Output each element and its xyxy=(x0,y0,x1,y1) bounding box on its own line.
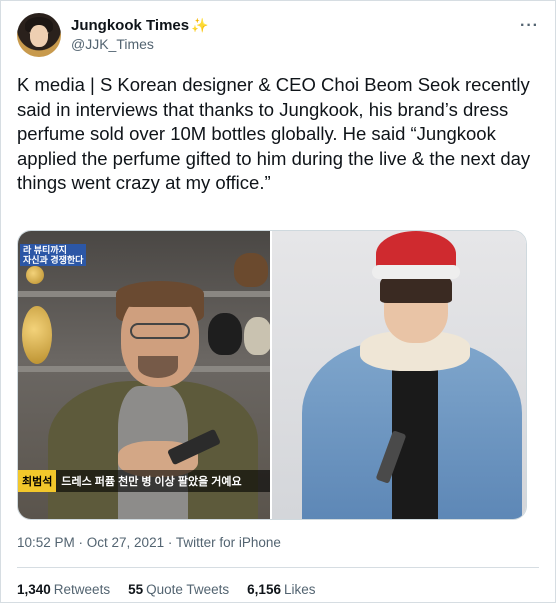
media-grid: 라 뷰티까지 자신과 경쟁한다 최범석 드레스 퍼퓸 천만 병 이상 팔았을 거… xyxy=(17,230,527,520)
tweet-header: Jungkook Times ✨ @JJK_Times ··· xyxy=(17,13,539,59)
tweet-stats: 1,340 Retweets 55 Quote Tweets 6,156 Likes xyxy=(17,581,333,599)
santa-hat-band xyxy=(372,265,461,279)
gold-statue xyxy=(22,306,52,364)
caption-speaker: 최범석 xyxy=(18,470,57,492)
likes-count: 6,156 xyxy=(247,582,281,597)
retweets-count: 1,340 xyxy=(17,582,51,597)
photo-right[interactable] xyxy=(272,231,526,519)
caption-subtitle: 드레스 퍼퓸 천만 병 이상 팔았을 거예요 xyxy=(56,470,271,492)
skull-decor xyxy=(234,253,268,287)
caption-bottom: 최범석 드레스 퍼퓸 천만 병 이상 팔았을 거예요 xyxy=(18,470,271,492)
divider xyxy=(17,567,539,568)
quotes-stat[interactable]: 55 Quote Tweets xyxy=(128,581,229,599)
skull-decor xyxy=(208,313,242,355)
man-hair-top xyxy=(116,281,204,307)
tweet-card: Jungkook Times ✨ @JJK_Times ··· K media |… xyxy=(0,0,556,603)
photo-left[interactable]: 라 뷰티까지 자신과 경쟁한다 최범석 드레스 퍼퓸 천만 병 이상 팔았을 거… xyxy=(18,231,271,519)
tweet-text: K media | S Korean designer & CEO Choi B… xyxy=(17,74,531,193)
likes-stat[interactable]: 6,156 Likes xyxy=(247,581,315,599)
man-glasses xyxy=(130,323,190,339)
quotes-label: Quote Tweets xyxy=(146,582,230,597)
skull-decor xyxy=(244,317,271,355)
quotes-count: 55 xyxy=(128,582,144,597)
tweet-timestamp[interactable]: 10:52 PM · Oct 27, 2021 · Twitter for iP… xyxy=(17,534,281,552)
handle[interactable]: @JJK_Times xyxy=(71,35,209,53)
avatar-face xyxy=(30,25,48,47)
avatar[interactable] xyxy=(17,13,61,57)
caption-top: 라 뷰티까지 자신과 경쟁한다 xyxy=(20,244,87,266)
retweets-stat[interactable]: 1,340 Retweets xyxy=(17,581,110,599)
man-beard xyxy=(138,356,178,378)
gold-statue xyxy=(26,266,44,284)
author-names: Jungkook Times ✨ @JJK_Times xyxy=(71,16,209,53)
retweets-label: Retweets xyxy=(53,582,111,597)
display-name[interactable]: Jungkook Times xyxy=(71,16,189,35)
likes-label: Likes xyxy=(283,582,316,597)
more-options-icon[interactable]: ··· xyxy=(520,17,539,35)
sparkle-icon: ✨ xyxy=(191,17,209,33)
